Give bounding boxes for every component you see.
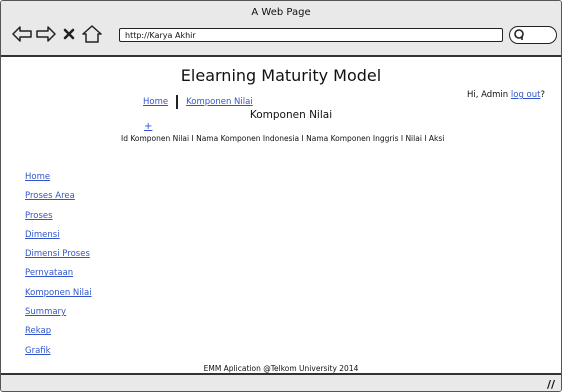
window-title: A Web Page [251, 7, 311, 18]
status-bar: // [1, 373, 561, 391]
page-title: Elearning Maturity Model [180, 66, 382, 85]
search-icon [514, 29, 524, 40]
address-bar[interactable]: http://Karya Akhir [119, 28, 503, 42]
home-icon[interactable] [81, 23, 103, 45]
browser-window: A Web Page http://Karya Akhir Elearning … [0, 0, 562, 392]
add-icon[interactable]: + [144, 121, 152, 132]
page-footer: EMM Aplication @Telkom University 2014 [203, 364, 359, 373]
sidebar-item-grafik[interactable]: Grafik [25, 346, 51, 356]
sidebar-item-summary[interactable]: Summary [25, 307, 66, 317]
close-icon[interactable] [61, 23, 77, 45]
sidebar-item-komponen-nilai[interactable]: Komponen Nilai [25, 288, 92, 298]
logout-link[interactable]: log out [511, 90, 541, 100]
forward-icon[interactable] [35, 23, 57, 45]
user-greeting: Hi, Admin log out? [467, 90, 545, 100]
search-button[interactable] [509, 26, 557, 44]
sidebar-item-dimensi-proses[interactable]: Dimensi Proses [25, 249, 90, 259]
sidebar-item-pernyataan[interactable]: Pernyataan [25, 268, 73, 278]
greeting-text: Hi, Admin [466, 90, 509, 100]
section-title: Komponen Nilai [249, 109, 333, 121]
greeting-suffix: ? [540, 90, 545, 100]
sidebar: Home Proses Area Proses Dimensi Dimensi … [25, 113, 92, 365]
resize-grip-icon[interactable]: // [547, 378, 555, 391]
back-icon[interactable] [11, 23, 33, 45]
sidebar-item-proses-area[interactable]: Proses Area [25, 191, 75, 201]
sidebar-item-home[interactable]: Home [25, 172, 50, 182]
sidebar-item-dimensi[interactable]: Dimensi [25, 230, 60, 240]
browser-toolbar: A Web Page http://Karya Akhir [1, 1, 561, 57]
breadcrumb-separator [176, 95, 179, 109]
breadcrumb-home[interactable]: Home [143, 97, 168, 107]
table-header: Id Komponen Nilai I Nama Komponen Indone… [121, 134, 445, 143]
sidebar-item-rekap[interactable]: Rekap [25, 326, 51, 336]
breadcrumb-komponen-nilai[interactable]: Komponen Nilai [186, 97, 253, 107]
sidebar-item-proses[interactable]: Proses [25, 211, 53, 221]
page-content: Elearning Maturity Model Hi, Admin log o… [1, 57, 561, 373]
breadcrumb: Home Komponen Nilai [143, 95, 253, 109]
